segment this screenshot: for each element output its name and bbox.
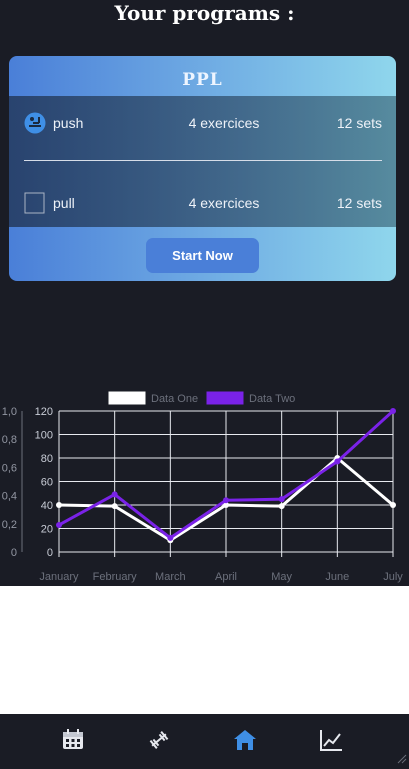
y-tick-label-right: 80 xyxy=(41,453,53,465)
program-days-panel: push 4 exercices 12 sets pull 4 exercice… xyxy=(9,96,396,227)
calendar-icon xyxy=(63,729,83,749)
exercise-count: 4 exercices xyxy=(188,115,260,131)
x-tick-label: June xyxy=(325,571,349,583)
y-tick-label-left: 0,6 xyxy=(2,462,17,474)
nav-home-button[interactable] xyxy=(232,727,258,753)
y-tick-label-right: 100 xyxy=(35,430,53,442)
bench-press-icon xyxy=(24,112,46,134)
legend-swatch xyxy=(205,390,245,406)
y-tick-label-left: 0,8 xyxy=(2,434,17,446)
data-point-2 xyxy=(111,491,118,498)
y-tick-label-right: 0 xyxy=(47,547,53,559)
program-day-row-pull[interactable]: pull 4 exercices 12 sets xyxy=(9,188,396,218)
y-tick-label-left: 1,0 xyxy=(2,406,17,418)
legend-label: Data One xyxy=(151,393,198,405)
data-point-2 xyxy=(334,458,341,465)
program-day-row-push[interactable]: push 4 exercices 12 sets xyxy=(9,108,396,138)
blank-content-area xyxy=(0,586,409,714)
nav-calendar-button[interactable] xyxy=(60,727,86,753)
empty-square-icon xyxy=(24,192,46,214)
y-tick-label-right: 20 xyxy=(41,524,53,536)
data-point-1 xyxy=(390,502,396,508)
nav-progress-button[interactable] xyxy=(318,727,344,753)
data-point-1 xyxy=(111,503,118,510)
nav-workouts-button[interactable] xyxy=(146,727,172,753)
resize-handle-icon[interactable] xyxy=(395,751,407,764)
x-tick-label: May xyxy=(271,571,292,583)
y-tick-label-right: 40 xyxy=(41,500,53,512)
day-name: push xyxy=(53,115,84,131)
data-point-2 xyxy=(167,534,174,541)
start-now-button[interactable]: Start Now xyxy=(146,238,259,273)
home-icon xyxy=(234,730,256,750)
progress-chart: 120 100 80 60 40 20 0 January February March April… xyxy=(0,386,409,585)
exercise-count: 4 exercices xyxy=(188,195,260,211)
data-point-2 xyxy=(223,497,229,504)
x-tick-label: February xyxy=(93,571,138,583)
page-title: Your programs : xyxy=(114,1,295,25)
data-point-2 xyxy=(390,408,396,414)
line-chart-icon xyxy=(320,730,342,751)
y-tick-label-left: 0,2 xyxy=(2,519,17,531)
set-count: 12 sets xyxy=(336,115,382,131)
y-tick-label-left: 0,4 xyxy=(2,491,17,503)
legend-label: Data Two xyxy=(249,393,295,405)
data-point-2 xyxy=(56,521,62,528)
data-point-2 xyxy=(278,496,285,503)
x-tick-label: July xyxy=(383,571,403,583)
x-tick-label: March xyxy=(155,571,186,583)
data-point-1 xyxy=(56,502,62,508)
chart-svg: 120 100 80 60 40 20 0 January February March April… xyxy=(2,390,403,583)
dumbbell-icon xyxy=(149,731,169,749)
set-count: 12 sets xyxy=(336,195,382,211)
y-tick-label-right: 120 xyxy=(35,406,53,418)
x-tick-label: January xyxy=(39,571,79,583)
day-name: pull xyxy=(53,195,75,211)
bottom-navigation xyxy=(0,714,409,765)
program-name: PPL xyxy=(182,70,223,90)
legend-swatch xyxy=(107,390,147,406)
data-point-1 xyxy=(278,503,285,510)
x-tick-label: April xyxy=(215,571,237,583)
y-tick-label-right: 60 xyxy=(41,477,53,489)
row-divider xyxy=(24,160,382,161)
program-card: PPL push 4 exercices 12 sets pull 4 exer… xyxy=(9,56,396,281)
y-tick-label-left: 0 xyxy=(11,547,17,559)
